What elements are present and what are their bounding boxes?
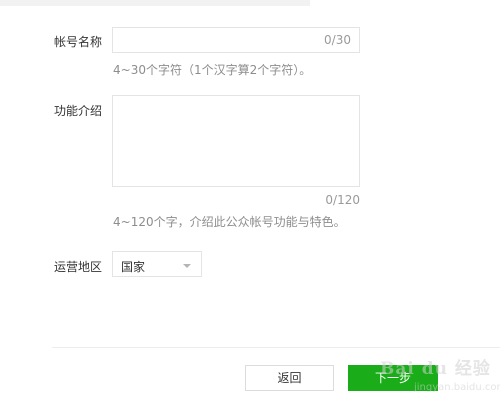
account-name-input[interactable]: [112, 27, 360, 53]
intro-label: 功能介绍: [54, 104, 103, 118]
form-page: 帐号名称 0/30 4~30个字符（1个汉字算2个字符）。 功能介绍 0/120…: [0, 0, 500, 402]
intro-hint: 4~120个字，介绍此公众帐号功能与特色。: [113, 215, 346, 229]
watermark-text: Bai du 经验: [380, 359, 491, 379]
account-name-label: 帐号名称: [54, 35, 103, 49]
account-name-counter: 0/30: [324, 33, 351, 47]
intro-counter: 0/120: [325, 193, 360, 207]
chevron-down-icon: [183, 264, 191, 268]
region-select[interactable]: 国家: [112, 251, 202, 277]
footer-divider: [52, 347, 500, 348]
intro-textarea[interactable]: [112, 95, 360, 187]
region-label: 运营地区: [54, 260, 103, 274]
account-name-hint: 4~30个字符（1个汉字算2个字符）。: [113, 63, 312, 77]
region-selected-value: 国家: [121, 260, 146, 274]
watermark-sub: jingyan.baidu.com: [414, 382, 500, 393]
back-button[interactable]: 返回: [245, 365, 334, 391]
top-strip: [0, 0, 310, 6]
baidu-jingyan-watermark: Bai du 经验 jingyan.baidu.com: [380, 352, 500, 400]
